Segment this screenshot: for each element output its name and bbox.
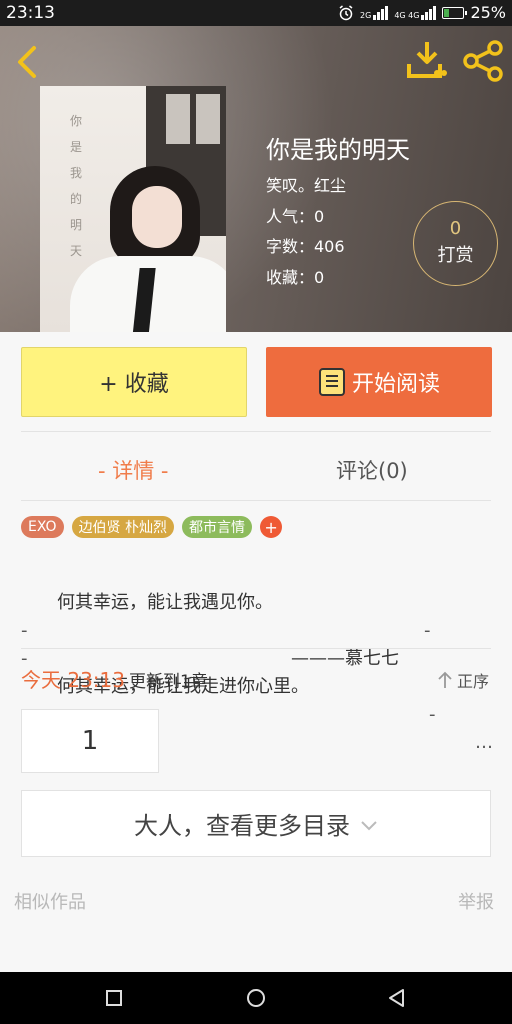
divider xyxy=(21,648,491,649)
book-icon xyxy=(318,368,345,396)
description-line: ———慕七七 xyxy=(291,648,399,669)
home-icon[interactable] xyxy=(244,986,268,1010)
sort-order-label: 正序 xyxy=(457,672,490,691)
book-title: 你是我的明天 xyxy=(266,136,410,164)
back-icon[interactable] xyxy=(385,986,409,1010)
status-icons: 2G 4G 4G 25% xyxy=(338,3,506,22)
alarm-icon xyxy=(339,4,353,20)
book-author[interactable]: 笑叹。红尘 xyxy=(266,172,346,196)
share-icon[interactable] xyxy=(462,40,504,82)
recent-apps-icon[interactable] xyxy=(102,986,126,1010)
sort-order-button[interactable]: 正序 xyxy=(436,668,489,692)
report-link[interactable]: 举报 xyxy=(458,888,494,914)
reward-label: 打赏 xyxy=(437,245,474,266)
battery-icon xyxy=(442,6,468,19)
update-time: 今天 23:13 xyxy=(21,668,125,692)
tab-detail[interactable]: - 详情 - xyxy=(98,455,169,485)
divider xyxy=(21,431,491,432)
book-description[interactable]: 何其幸运，能让我遇见你。 - - ———慕七七 - 何其幸运，能让我走进你心里。… xyxy=(21,561,493,753)
tab-comments[interactable]: 评论(0) xyxy=(336,455,408,485)
book-popularity: 人气：0 xyxy=(266,207,325,226)
update-text: 更新到1章 xyxy=(129,672,208,692)
add-tag-button[interactable]: + xyxy=(260,516,283,538)
arrow-up-icon xyxy=(438,671,452,688)
read-label: 开始阅读 xyxy=(351,372,440,397)
description-ellipsis: … xyxy=(475,732,493,753)
add-to-favorites-button[interactable]: + 收藏 xyxy=(21,347,247,417)
description-dash: - xyxy=(429,704,436,725)
cover-title-vertical: 你是我的明天 xyxy=(70,114,83,258)
reward-button[interactable]: 0 打赏 xyxy=(413,201,498,286)
tag-list: EXO 边伯贤 朴灿烈 都市言情 + xyxy=(21,516,283,538)
chapter-item[interactable]: 1 xyxy=(21,709,159,773)
system-nav-bar xyxy=(0,972,512,1024)
battery-percent: 25% xyxy=(470,3,506,22)
more-toc-button[interactable]: 大人，查看更多目录 xyxy=(21,790,491,857)
update-info: 今天 23:13 更新到1章 xyxy=(21,664,208,693)
book-cover: 你是我的明天 xyxy=(40,86,226,332)
divider xyxy=(21,500,491,501)
book-favorites: 收藏：0 xyxy=(266,268,325,287)
start-reading-button[interactable]: 开始阅读 xyxy=(266,347,492,417)
status-bar: 23:13 2G 4G 4G 25% xyxy=(0,0,512,26)
download-icon[interactable] xyxy=(406,40,448,80)
back-arrow-icon[interactable] xyxy=(12,44,44,80)
book-word-count: 字数：406 xyxy=(266,237,345,256)
status-time: 23:13 xyxy=(6,3,55,23)
tag-item[interactable]: 都市言情 xyxy=(182,516,253,538)
similar-works-link[interactable]: 相似作品 xyxy=(14,888,86,914)
tag-item[interactable]: 边伯贤 朴灿烈 xyxy=(71,516,175,538)
signal-icon-2: 4G 4G xyxy=(394,5,437,20)
signal-icon-1: 2G xyxy=(360,5,389,20)
favorite-label: + 收藏 xyxy=(99,372,169,397)
book-header: 你是我的明天 你是我的明天 笑叹。红尘 人气：0 字数：406 收藏：0 0 打… xyxy=(0,26,512,332)
tag-item[interactable]: EXO xyxy=(21,516,64,538)
reward-count: 0 xyxy=(449,218,462,239)
chevron-down-icon xyxy=(361,820,377,830)
more-toc-label: 大人，查看更多目录 xyxy=(134,812,350,840)
